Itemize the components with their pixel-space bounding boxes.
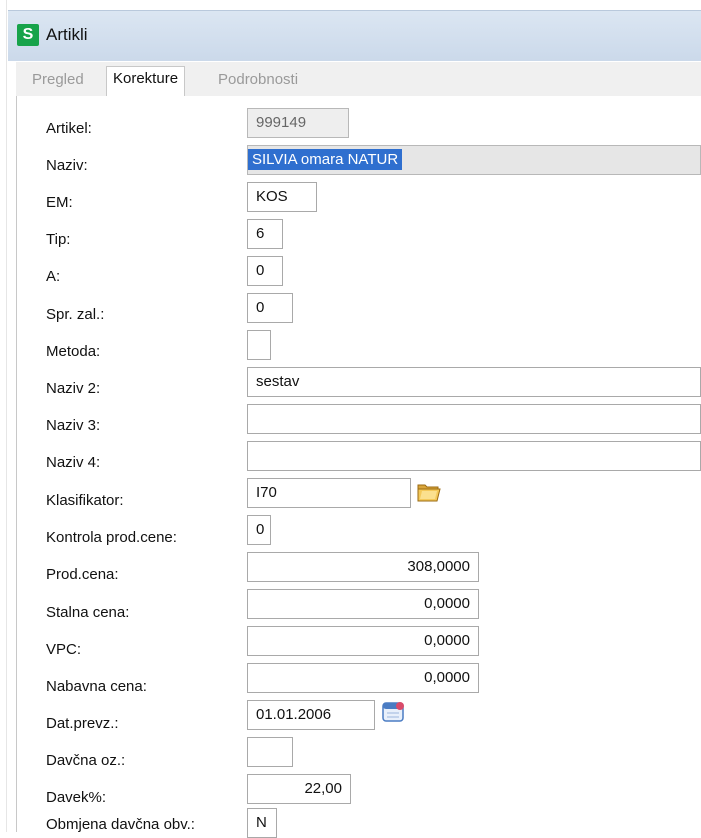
label-klasifikator: Klasifikator: xyxy=(46,492,124,509)
artikel-field[interactable]: 999149 xyxy=(247,108,349,138)
klasifikator-field[interactable]: I70 xyxy=(247,478,411,508)
label-kontrola-prod-cene: Kontrola prod.cene: xyxy=(46,529,177,546)
prod-cena-field[interactable]: 308,0000 xyxy=(247,552,479,582)
tab-korekture-label: Korekture xyxy=(113,70,179,87)
label-dat-prevz: Dat.prevz.: xyxy=(46,715,119,732)
spr-zal-field[interactable]: 0 xyxy=(247,293,293,323)
label-stalna-cena: Stalna cena: xyxy=(46,604,130,621)
vpc-field[interactable]: 0,0000 xyxy=(247,626,479,656)
davcna-oz-field[interactable] xyxy=(247,737,293,767)
label-naziv4: Naziv 4: xyxy=(46,454,101,471)
kontrola-prod-cene-field[interactable]: 0 xyxy=(247,515,271,545)
label-naziv: Naziv: xyxy=(46,157,88,174)
naziv4-field[interactable] xyxy=(247,441,701,471)
label-obmjena-davcna-obv: Obmjena davčna obv.: xyxy=(46,816,195,833)
dat-prevz-field[interactable]: 01.01.2006 xyxy=(247,700,375,730)
label-tip: Tip: xyxy=(46,231,71,248)
label-nabavna-cena: Nabavna cena: xyxy=(46,678,147,695)
davek-field[interactable]: 22,00 xyxy=(247,774,351,804)
tab-strip: Pregled Korekture Podrobnosti xyxy=(16,62,701,98)
window-title: Artikli xyxy=(46,25,88,44)
top-edge xyxy=(0,0,701,10)
window-titlebar[interactable]: S Artikli xyxy=(8,10,701,61)
naziv2-field[interactable]: sestav xyxy=(247,367,701,397)
a-field[interactable]: 0 xyxy=(247,256,283,286)
metoda-field[interactable] xyxy=(247,330,271,360)
label-spr-zal: Spr. zal.: xyxy=(46,306,105,323)
naziv-field[interactable]: SILVIA omara NATUR xyxy=(247,145,701,175)
label-a: A: xyxy=(46,268,61,285)
app-icon: S xyxy=(17,24,39,46)
calendar-icon[interactable] xyxy=(380,698,406,724)
label-prod-cena: Prod.cena: xyxy=(46,566,119,583)
label-artikel: Artikel: xyxy=(46,120,92,137)
tab-podrobnosti[interactable]: Podrobnosti xyxy=(212,68,304,94)
tab-pregled[interactable]: Pregled xyxy=(26,68,90,94)
label-naziv2: Naziv 2: xyxy=(46,380,101,397)
label-davek: Davek%: xyxy=(46,789,107,806)
naziv3-field[interactable] xyxy=(247,404,701,434)
label-naziv3: Naziv 3: xyxy=(46,417,101,434)
label-metoda: Metoda: xyxy=(46,343,101,360)
tab-korekture[interactable]: Korekture xyxy=(106,66,186,98)
stalna-cena-field[interactable]: 0,0000 xyxy=(247,589,479,619)
label-em: EM: xyxy=(46,194,73,211)
folder-open-icon[interactable] xyxy=(416,480,442,504)
nabavna-cena-field[interactable]: 0,0000 xyxy=(247,663,479,693)
tip-field[interactable]: 6 xyxy=(247,219,283,249)
left-window-edge xyxy=(0,0,7,832)
label-davcna-oz: Davčna oz.: xyxy=(46,752,126,769)
label-vpc: VPC: xyxy=(46,641,82,658)
obmjena-davcna-obv-field[interactable]: N xyxy=(247,808,277,838)
em-field[interactable]: KOS xyxy=(247,182,317,212)
naziv-selected-text: SILVIA omara NATUR xyxy=(248,149,403,170)
